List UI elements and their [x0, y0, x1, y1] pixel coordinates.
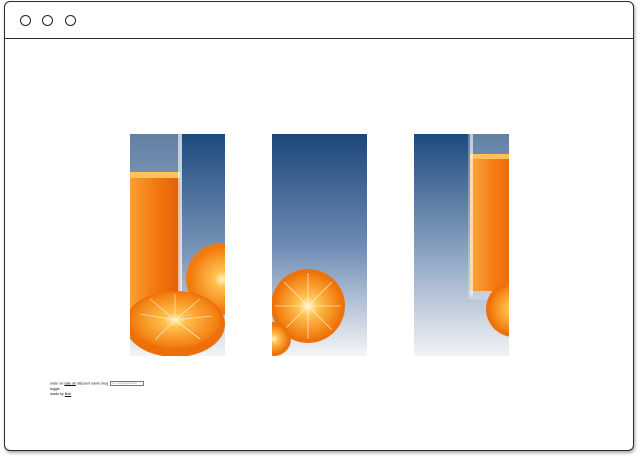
minimize-window-button[interactable]: [42, 15, 53, 26]
caption-prefix-text: order on: [50, 381, 64, 386]
caption-line-3: made by Bob: [50, 392, 71, 397]
title-bar: [5, 2, 633, 39]
maximize-window-button[interactable]: [65, 15, 76, 26]
made-by-text: made by: [50, 392, 64, 396]
orange-juice-glass-left-image: [130, 134, 225, 356]
author-link[interactable]: Bob: [65, 392, 71, 396]
caption-line-1: order on sale ok discount name mug e.g. …: [50, 381, 145, 386]
orange-juice-glass-right-image: [414, 134, 509, 356]
orange-half-center-image: [272, 134, 367, 356]
sale-link[interactable]: sale ok: [64, 381, 75, 386]
email-field[interactable]: e.g. orange@domain: [110, 381, 145, 386]
close-window-button[interactable]: [20, 15, 31, 26]
caption-middle-text: discount name mug: [76, 381, 109, 386]
